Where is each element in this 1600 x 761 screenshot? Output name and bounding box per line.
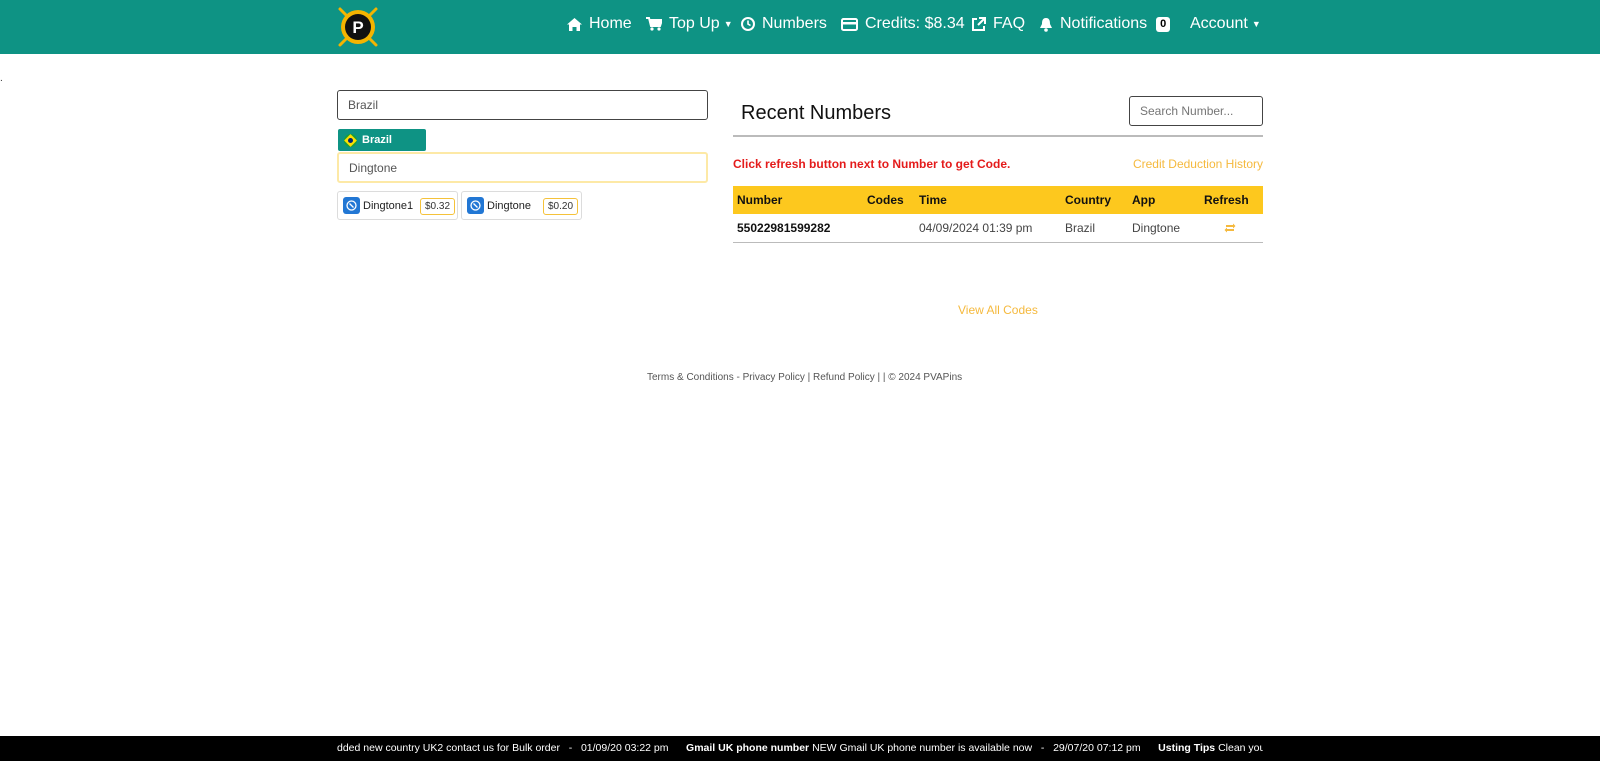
app-option-dingtone[interactable]: Dingtone $0.20 [461, 191, 582, 220]
brazil-flag-icon [344, 133, 357, 147]
table-header-row: Number Codes Time Country App Refresh [733, 186, 1263, 214]
column-header-number: Number [733, 186, 863, 214]
nav-numbers[interactable]: Numbers [741, 15, 827, 33]
app-option-price: $0.32 [420, 198, 456, 215]
search-number-input[interactable] [1129, 96, 1263, 126]
app-option-name: Dingtone1 [363, 199, 414, 212]
refund-policy-link[interactable]: Refund Policy [813, 372, 875, 383]
nav-numbers-label: Numbers [762, 15, 827, 32]
title-divider [733, 135, 1263, 137]
app-option-price: $0.20 [543, 198, 579, 215]
refresh-instruction: Click refresh button next to Number to g… [733, 157, 1011, 171]
cart-icon [646, 17, 662, 31]
home-icon [567, 17, 582, 31]
recent-numbers-title: Recent Numbers [741, 102, 892, 124]
column-header-app: App [1128, 186, 1200, 214]
footer: Terms & Conditions - Privacy Policy | Re… [647, 372, 962, 383]
refresh-icon[interactable] [1224, 223, 1236, 233]
recent-numbers-table: Number Codes Time Country App Refresh 55… [733, 186, 1263, 243]
nav-credits-label: Credits: $8.34 [865, 15, 965, 32]
notification-count-badge: 0 [1156, 16, 1171, 32]
credit-deduction-history-link[interactable]: Credit Deduction History [1133, 157, 1263, 171]
table-row: 55022981599282 04/09/2024 01:39 pm Brazi… [733, 214, 1263, 243]
chevron-down-icon: ▼ [1251, 19, 1261, 29]
cell-time: 04/09/2024 01:39 pm [915, 214, 1061, 243]
ticker-content: dded new country UK2 contact us for Bulk… [337, 736, 1263, 761]
external-link-icon [972, 16, 986, 31]
nav-home-label: Home [589, 15, 632, 32]
footer-separator: | [804, 372, 813, 383]
cell-number[interactable]: 55022981599282 [733, 214, 863, 243]
terms-link[interactable]: Terms & Conditions [647, 372, 734, 383]
app-search-input[interactable] [337, 152, 708, 183]
nav-faq-label: FAQ [993, 15, 1026, 32]
app-option-name: Dingtone [487, 199, 532, 212]
chevron-down-icon: ▼ [723, 19, 733, 29]
credit-card-icon [841, 17, 858, 31]
nav-top-up-label: Top Up [669, 15, 720, 32]
cell-refresh [1200, 214, 1263, 243]
nav-top-up[interactable]: Top Up ▼ [646, 15, 733, 33]
bell-icon [1040, 17, 1052, 32]
country-search-input[interactable] [337, 90, 708, 120]
nav-account-label: Account [1190, 15, 1248, 32]
copyright-text: | | © 2024 PVAPins [874, 372, 963, 383]
cell-country: Brazil [1061, 214, 1128, 243]
column-header-country: Country [1061, 186, 1128, 214]
ticker-item-title: Gmail UK phone number [686, 742, 810, 754]
cell-app: Dingtone [1128, 214, 1200, 243]
nav-notifications[interactable]: Notifications 0 [1039, 15, 1171, 33]
ticker-item-date: 29/07/20 07:12 pm [1053, 742, 1141, 754]
nav-home[interactable]: Home [567, 15, 632, 33]
app-option-dingtone1[interactable]: Dingtone1 $0.32 [337, 191, 458, 220]
ticker-item-date: 01/09/20 03:22 pm [580, 742, 669, 754]
nav-credits[interactable]: Credits: $8.34 [841, 15, 965, 33]
ticker-item-text: Clean your browser tc [1218, 742, 1263, 754]
dingtone-app-icon [467, 197, 484, 214]
selected-country-label: Brazil [362, 134, 392, 146]
selected-country-chip[interactable]: Brazil [338, 129, 426, 151]
ticker-item-text: NEW Gmail UK phone number is available n… [812, 742, 1033, 754]
dingtone-app-icon [343, 197, 360, 214]
ticker-item-title: Usting Tips [1158, 742, 1216, 754]
column-header-time: Time [915, 186, 1061, 214]
nav-faq[interactable]: FAQ [971, 15, 1025, 33]
ticker-item-text: dded new country UK2 contact us for Bulk… [337, 742, 560, 754]
cell-codes [863, 214, 915, 243]
nav-account[interactable]: Account ▼ [1190, 15, 1261, 33]
footer-separator: - [733, 372, 743, 383]
nav-notifications-label: Notifications [1060, 15, 1148, 32]
view-all-codes-link[interactable]: View All Codes [958, 303, 1038, 317]
stray-dot: . [0, 73, 3, 84]
brand-logo[interactable]: P [336, 5, 380, 49]
brand-letter: P [352, 18, 363, 37]
column-header-refresh: Refresh [1200, 186, 1263, 214]
privacy-policy-link[interactable]: Privacy Policy [743, 372, 805, 383]
top-navbar: P Home Top Up ▼ Numbers Credits: $8.34 F… [0, 0, 1600, 54]
news-ticker: dded new country UK2 contact us for Bulk… [0, 736, 1600, 761]
clock-icon [741, 17, 755, 31]
column-header-codes: Codes [863, 186, 915, 214]
